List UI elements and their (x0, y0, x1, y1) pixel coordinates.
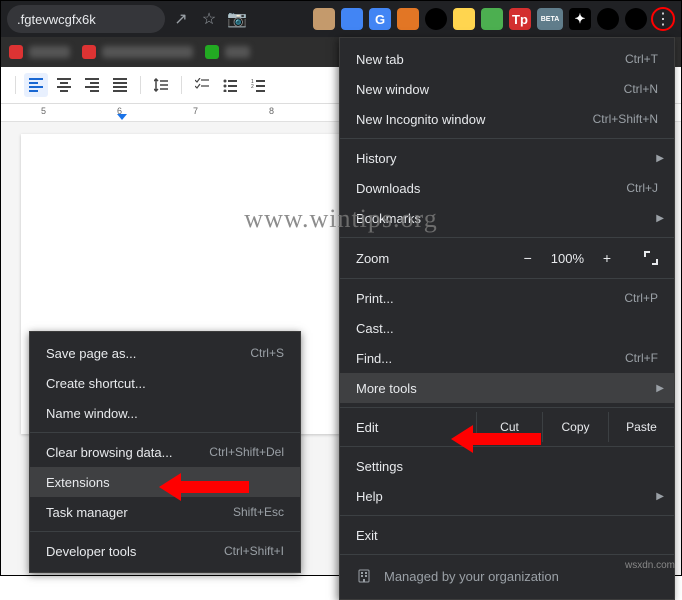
extension-icon[interactable] (597, 8, 619, 30)
extension-icon[interactable] (481, 8, 503, 30)
submenu-save-page[interactable]: Save page as...Ctrl+S (30, 338, 300, 368)
align-left-button[interactable] (24, 73, 48, 97)
chrome-main-menu: New tabCtrl+T New windowCtrl+N New Incog… (339, 37, 675, 600)
extension-icons: G Tp BETA ✦ (313, 8, 647, 30)
submenu-task-manager[interactable]: Task managerShift+Esc (30, 497, 300, 527)
extension-icon[interactable]: BETA (537, 8, 563, 30)
extension-icon[interactable]: Tp (509, 8, 531, 30)
numbered-list-button[interactable]: 12 (246, 73, 270, 97)
menu-settings[interactable]: Settings (340, 451, 674, 481)
chevron-right-icon: ▶ (656, 383, 664, 394)
extension-icon[interactable] (313, 8, 335, 30)
more-tools-submenu: Save page as...Ctrl+S Create shortcut...… (29, 331, 301, 573)
checklist-button[interactable] (190, 73, 214, 97)
submenu-developer-tools[interactable]: Developer toolsCtrl+Shift+I (30, 536, 300, 566)
submenu-clear-browsing-data[interactable]: Clear browsing data...Ctrl+Shift+Del (30, 437, 300, 467)
building-icon (356, 568, 372, 584)
extension-icon[interactable]: ✦ (569, 8, 591, 30)
submenu-extensions[interactable]: Extensions (30, 467, 300, 497)
chevron-right-icon: ▶ (656, 213, 664, 224)
extension-icon[interactable] (453, 8, 475, 30)
svg-text:2: 2 (251, 84, 254, 90)
menu-help[interactable]: Help▶ (340, 481, 674, 511)
menu-new-incognito[interactable]: New Incognito windowCtrl+Shift+N (340, 104, 674, 134)
menu-new-tab[interactable]: New tabCtrl+T (340, 44, 674, 74)
bookmark-star-icon[interactable]: ☆ (199, 9, 219, 29)
kebab-menu-button[interactable]: ⋮ (651, 7, 675, 31)
extension-icon[interactable] (425, 8, 447, 30)
bookmark-item[interactable]: xxxxxxx xx xxxxx (82, 45, 193, 59)
cut-button[interactable]: Cut (476, 412, 542, 442)
zoom-value: 100% (551, 251, 584, 266)
chevron-right-icon: ▶ (656, 491, 664, 502)
url-text: .fgtevwcgfx6k (17, 12, 96, 27)
menu-history[interactable]: History▶ (340, 143, 674, 173)
omnibox-actions: ↗ ☆ 📷 (171, 9, 247, 29)
fullscreen-icon[interactable] (644, 251, 658, 265)
menu-new-window[interactable]: New windowCtrl+N (340, 74, 674, 104)
chevron-right-icon: ▶ (656, 153, 664, 164)
copy-button[interactable]: Copy (542, 412, 608, 442)
paste-button[interactable]: Paste (608, 412, 674, 442)
menu-cast[interactable]: Cast... (340, 313, 674, 343)
zoom-in-button[interactable]: + (598, 250, 616, 266)
bookmark-item[interactable]: xxxxxx (9, 45, 70, 59)
omnibox[interactable]: .fgtevwcgfx6k (7, 5, 165, 33)
menu-bookmarks[interactable]: Bookmarks▶ (340, 203, 674, 233)
menu-downloads[interactable]: DownloadsCtrl+J (340, 173, 674, 203)
camera-icon[interactable]: 📷 (227, 9, 247, 29)
share-icon[interactable]: ↗ (171, 9, 191, 29)
menu-exit[interactable]: Exit (340, 520, 674, 550)
align-center-button[interactable] (52, 73, 76, 97)
extension-icon[interactable] (341, 8, 363, 30)
bulleted-list-button[interactable] (218, 73, 242, 97)
extension-icon[interactable] (397, 8, 419, 30)
submenu-create-shortcut[interactable]: Create shortcut... (30, 368, 300, 398)
bookmark-item[interactable]: xxx (205, 45, 250, 59)
menu-more-tools[interactable]: More tools▶ (340, 373, 674, 403)
submenu-name-window[interactable]: Name window... (30, 398, 300, 428)
menu-edit-row: Edit Cut Copy Paste (340, 412, 674, 442)
align-right-button[interactable] (80, 73, 104, 97)
browser-toolbar: .fgtevwcgfx6k ↗ ☆ 📷 G Tp BETA ✦ ⋮ (1, 1, 681, 37)
menu-find[interactable]: Find...Ctrl+F (340, 343, 674, 373)
align-justify-button[interactable] (108, 73, 132, 97)
menu-zoom: Zoom − 100% + (340, 242, 674, 274)
extension-icon[interactable]: G (369, 8, 391, 30)
zoom-out-button[interactable]: − (519, 250, 537, 266)
line-spacing-button[interactable] (149, 73, 173, 97)
attribution-text: wsxdn.com (625, 560, 675, 571)
menu-managed[interactable]: Managed by your organization (340, 559, 674, 593)
menu-print[interactable]: Print...Ctrl+P (340, 283, 674, 313)
extension-icon[interactable] (625, 8, 647, 30)
